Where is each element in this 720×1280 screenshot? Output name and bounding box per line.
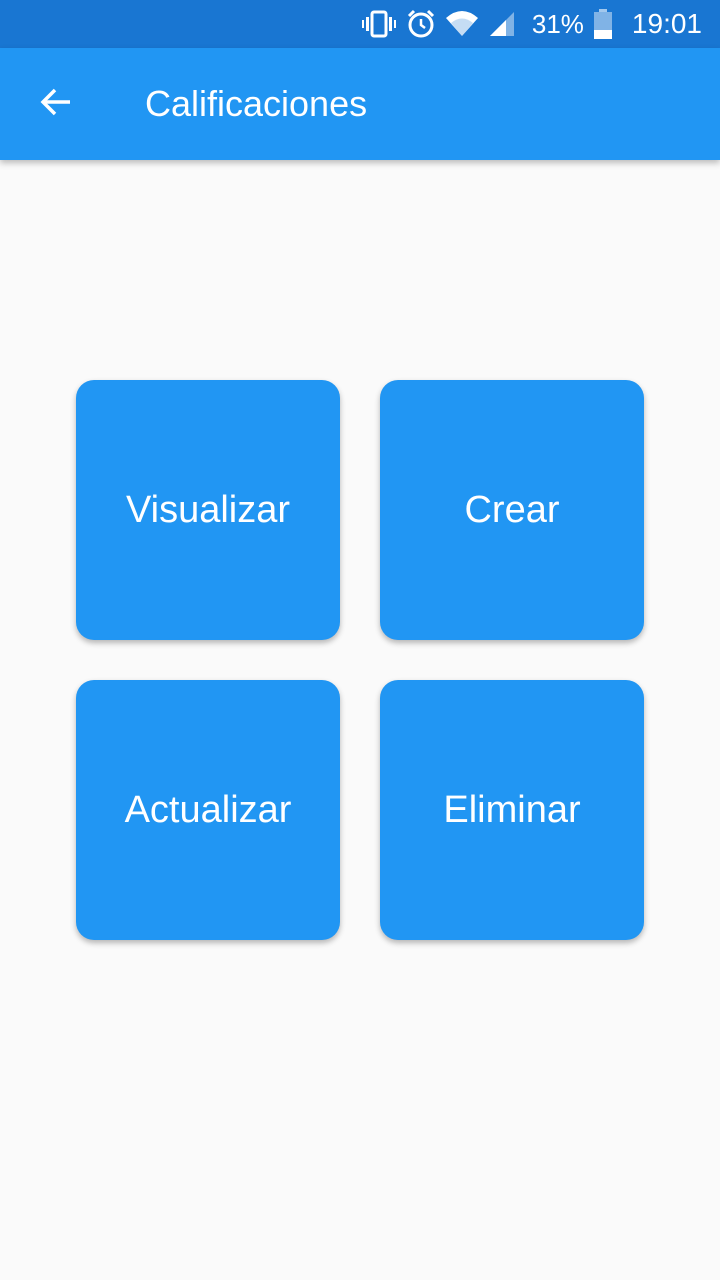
alarm-icon bbox=[406, 9, 436, 39]
eliminar-button[interactable]: Eliminar bbox=[380, 680, 644, 940]
crear-button[interactable]: Crear bbox=[380, 380, 644, 640]
actualizar-button[interactable]: Actualizar bbox=[76, 680, 340, 940]
clock: 19:01 bbox=[631, 8, 702, 39]
visualizar-label: Visualizar bbox=[125, 488, 291, 531]
eliminar-label: Eliminar bbox=[443, 788, 581, 831]
status-icons: 31% 19:01 bbox=[361, 0, 702, 48]
status-bar: 31% 19:01 bbox=[0, 0, 720, 48]
crear-label: Crear bbox=[464, 488, 560, 531]
actualizar-label: Actualizar bbox=[124, 788, 292, 831]
visualizar-button[interactable]: Visualizar bbox=[76, 380, 340, 640]
battery-percent: 31% bbox=[531, 8, 584, 39]
wifi-icon bbox=[445, 10, 478, 38]
battery-icon bbox=[593, 9, 612, 39]
back-button[interactable] bbox=[24, 76, 88, 132]
vibrate-icon bbox=[361, 9, 396, 39]
arrow-left-icon bbox=[38, 84, 74, 125]
page-title: Calificaciones bbox=[145, 83, 368, 124]
signal-icon bbox=[488, 10, 516, 38]
app-bar: Calificaciones bbox=[0, 48, 720, 160]
